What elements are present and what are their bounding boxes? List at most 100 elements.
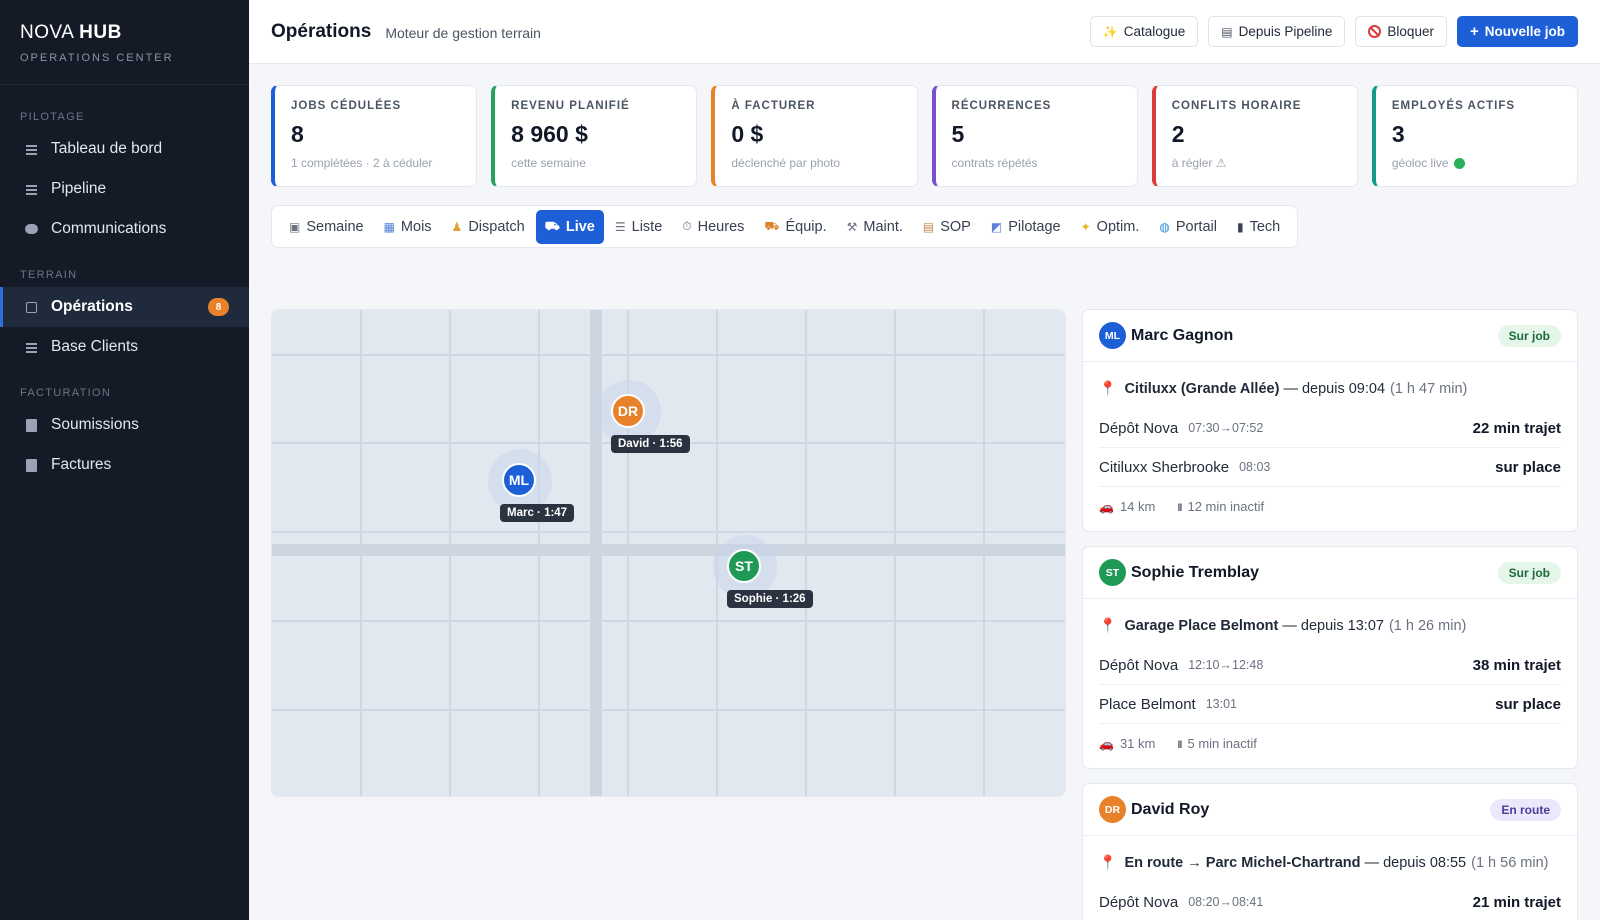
tab-label: Maint. xyxy=(863,218,903,235)
kpi-note: à régler ⚠ xyxy=(1171,156,1227,170)
sidebar-item-tableau-de-bord[interactable]: Tableau de bord xyxy=(0,129,249,169)
idle-time: 12 min inactif xyxy=(1187,498,1265,514)
top-header: Opérations Moteur de gestion terrain ✨ C… xyxy=(249,0,1600,64)
block-button[interactable]: Bloquer xyxy=(1355,16,1447,47)
employee-card[interactable]: ST Sophie Tremblay Sur job 📍 Garage Plac… xyxy=(1082,546,1578,769)
live-map[interactable]: DR David · 1:56 ML Marc · 1:47 ST Sophie… xyxy=(271,309,1066,797)
employee-card-header: ST Sophie Tremblay Sur job xyxy=(1083,547,1577,599)
avatar: DR xyxy=(1099,796,1126,823)
employee-card[interactable]: ML Marc Gagnon Sur job 📍 Citiluxx (Grand… xyxy=(1082,309,1578,532)
employee-meta: 🚗 14 km II 12 min inactif xyxy=(1099,487,1561,525)
employee-meta: 🚗 31 km II 5 min inactif xyxy=(1099,724,1561,762)
brand-subtitle: OPERATIONS CENTER xyxy=(20,52,174,64)
from-pipeline-button[interactable]: ▤ Depuis Pipeline xyxy=(1208,16,1346,47)
kpi-row: JOBS CÉDULÉES 8 1 complétées · 2 à cédul… xyxy=(271,85,1579,187)
kpi-recurrences: RÉCURRENCES 5 contrats répétés xyxy=(931,85,1138,187)
tab-heures[interactable]: ⏱ Heures xyxy=(673,210,753,244)
tab-optimisation[interactable]: ✦ Optim. xyxy=(1072,210,1149,244)
person-icon: ♟ xyxy=(451,219,463,234)
kpi-label: JOBS CÉDULÉES xyxy=(291,100,402,112)
tab-live[interactable]: ⛟ Live xyxy=(535,209,604,244)
employee-card[interactable]: DR David Roy En route 📍 En route → Parc … xyxy=(1082,783,1578,920)
kpi-label: REVENU PLANIFIÉ xyxy=(511,100,630,112)
map-pin-label-marc: Marc · 1:47 xyxy=(500,504,575,522)
kpi-value: 0 $ xyxy=(731,121,764,147)
sidebar-item-base-clients[interactable]: Base Clients xyxy=(0,327,249,367)
tab-label: Mois xyxy=(400,218,432,235)
pipeline-icon xyxy=(24,183,38,195)
car-icon: 🚗 xyxy=(1099,736,1114,751)
kpi-revenu-planifie: REVENU PLANIFIÉ 8 960 $ cette semaine xyxy=(491,85,698,187)
tab-label: Liste xyxy=(631,218,663,235)
sidebar-item-label: Base Clients xyxy=(51,338,139,355)
map-street xyxy=(272,709,1065,711)
location-duration: (1 h 56 min) xyxy=(1471,854,1549,871)
sidebar-item-communications[interactable]: Communications xyxy=(0,209,249,249)
route-time: 08:20→08:41 xyxy=(1188,895,1264,909)
route-place: Place Belmont xyxy=(1099,695,1196,713)
sidebar-item-factures[interactable]: Factures xyxy=(0,445,249,485)
sidebar-item-soumissions[interactable]: Soumissions xyxy=(0,405,249,445)
route-summary: sur place xyxy=(1495,695,1561,713)
tab-semaine[interactable]: ▣ Semaine xyxy=(280,210,373,244)
kpi-label: RÉCURRENCES xyxy=(951,100,1052,112)
tab-maintenance[interactable]: ⚒ Maint. xyxy=(838,210,912,244)
map-pin-sophie[interactable]: ST xyxy=(727,549,761,583)
globe-icon: ◍ xyxy=(1159,219,1170,234)
current-location: 📍 Citiluxx (Grande Allée) — depuis 09:04… xyxy=(1099,366,1561,409)
clipboard-icon: ▤ xyxy=(922,219,935,234)
page-subtitle: Moteur de gestion terrain xyxy=(385,24,541,41)
route-row: Dépôt Nova 07:30→07:52 22 min trajet xyxy=(1099,409,1561,448)
block-icon xyxy=(1368,25,1382,38)
chart-icon: ◩ xyxy=(990,219,1003,234)
location-name: En route → Parc Michel-Chartrand xyxy=(1124,854,1361,871)
nav-section-terrain: TERRAIN xyxy=(20,269,78,281)
pipeline-icon: ▤ xyxy=(1221,24,1233,39)
truck-icon: ⛟ xyxy=(764,218,780,233)
sidebar: NOVA HUB OPERATIONS CENTER PILOTAGE Tabl… xyxy=(0,0,249,920)
tab-label: Dispatch xyxy=(468,218,525,235)
sidebar-item-operations[interactable]: Opérations 8 xyxy=(0,287,249,327)
map-pin-marc[interactable]: ML xyxy=(502,463,536,497)
kpi-note: déclenché par photo xyxy=(731,156,841,170)
employee-name: David Roy xyxy=(1131,800,1210,818)
tab-pilotage[interactable]: ◩ Pilotage xyxy=(982,210,1070,244)
avatar: ST xyxy=(1099,559,1126,586)
map-pin-david[interactable]: DR xyxy=(611,394,645,428)
pause-icon: II xyxy=(1177,738,1182,751)
location-since: — depuis 13:07 xyxy=(1282,617,1384,634)
tab-portail[interactable]: ◍ Portail xyxy=(1150,210,1226,244)
kpi-value: 8 960 $ xyxy=(511,121,588,147)
live-status-dot-icon xyxy=(1453,157,1465,169)
current-location: 📍 En route → Parc Michel-Chartrand — dep… xyxy=(1099,840,1561,883)
brand-name: NOVA HUB xyxy=(20,22,229,44)
status-badge: Sur job xyxy=(1497,561,1561,584)
header-actions: ✨ Catalogue ▤ Depuis Pipeline Bloquer + … xyxy=(1089,16,1578,47)
tab-mois[interactable]: ▦ Mois xyxy=(375,210,441,244)
sidebar-item-pipeline[interactable]: Pipeline xyxy=(0,169,249,209)
clients-icon xyxy=(24,341,38,353)
tab-label: Équip. xyxy=(785,218,827,235)
route-summary: 38 min trajet xyxy=(1472,656,1561,674)
kpi-employes-actifs: EMPLOYÉS ACTIFS 3 géoloc live xyxy=(1371,85,1579,187)
map-street xyxy=(272,531,1065,533)
location-since: — depuis 09:04 xyxy=(1283,380,1386,397)
sparkle-icon: ✨ xyxy=(1102,24,1118,39)
tab-sop[interactable]: ▤ SOP xyxy=(914,210,980,244)
route-summary: sur place xyxy=(1495,458,1561,476)
tab-liste[interactable]: ☰ Liste xyxy=(606,210,671,244)
sidebar-item-label: Pipeline xyxy=(51,180,107,197)
kpi-conflits-horaire: CONFLITS HORAIRE 2 à régler ⚠ xyxy=(1151,85,1358,187)
new-job-button-label: Nouvelle job xyxy=(1484,24,1565,39)
tab-dispatch[interactable]: ♟ Dispatch xyxy=(443,210,534,244)
employee-name: Marc Gagnon xyxy=(1131,326,1234,344)
kpi-jobs-cedulees: JOBS CÉDULÉES 8 1 complétées · 2 à cédul… xyxy=(271,85,478,187)
map-street xyxy=(272,620,1065,622)
tab-label: Semaine xyxy=(306,218,364,235)
catalogue-button[interactable]: ✨ Catalogue xyxy=(1089,16,1199,47)
distance: 14 km xyxy=(1119,498,1156,514)
new-job-button[interactable]: + Nouvelle job xyxy=(1456,16,1578,47)
tab-tech[interactable]: ▮ Tech xyxy=(1228,210,1289,244)
route-time: 08:03 xyxy=(1239,460,1271,474)
tab-equipement[interactable]: ⛟ Équip. xyxy=(755,210,835,244)
